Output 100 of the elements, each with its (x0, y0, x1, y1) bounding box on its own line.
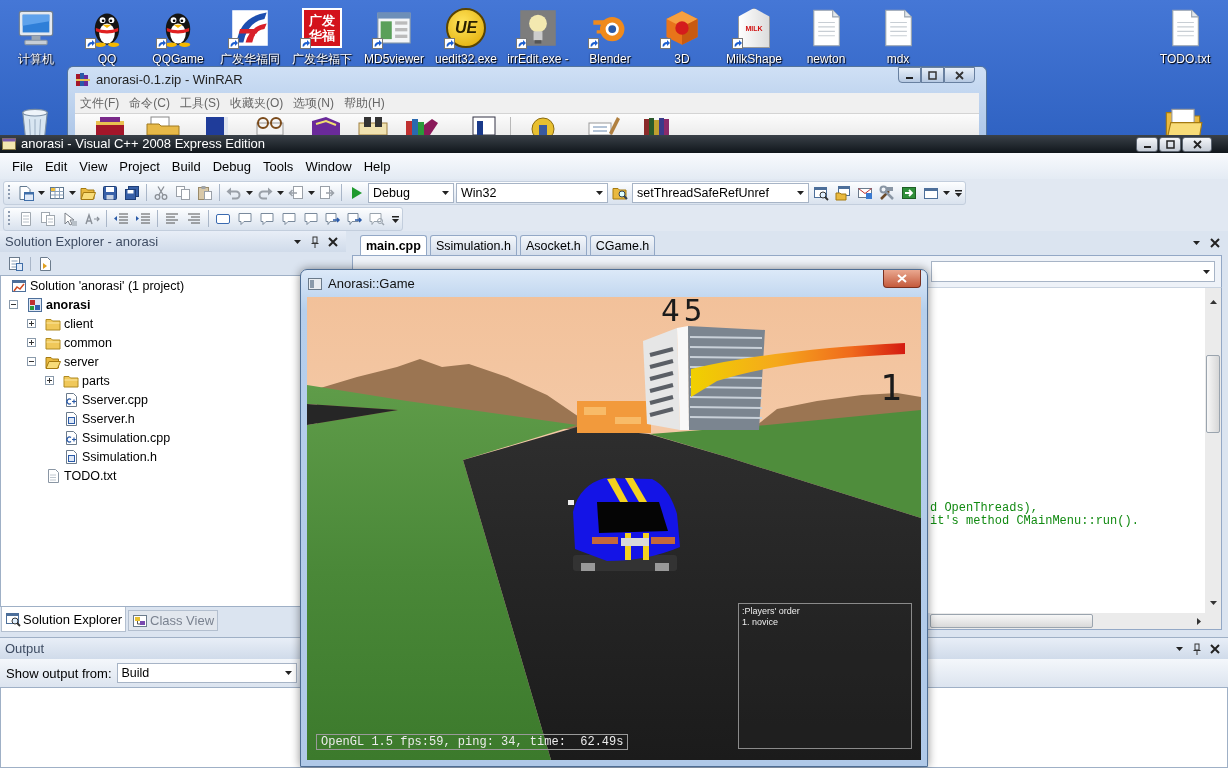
close-button[interactable] (883, 270, 921, 288)
find-dropdown[interactable]: setThreadSafeRefUnref (632, 182, 809, 203)
minimize-button[interactable] (898, 67, 921, 83)
menu-item[interactable]: 命令(C) (124, 94, 175, 112)
pin-icon[interactable] (311, 235, 319, 248)
save-all-icon[interactable] (124, 184, 140, 201)
up-arrow-icon[interactable] (1209, 300, 1217, 304)
scissors-icon[interactable] (153, 184, 169, 201)
bubble-arrow-icon[interactable] (325, 210, 341, 227)
app-logo[interactable]: UE (446, 8, 486, 48)
close-icon[interactable] (1210, 238, 1220, 248)
caret-icon[interactable] (943, 190, 950, 195)
icon-label[interactable]: TODO.txt (1159, 52, 1211, 66)
clipboard-icon[interactable] (197, 184, 213, 201)
tree-item[interactable]: common (64, 335, 112, 350)
speech-bubble-icon[interactable] (237, 210, 253, 227)
speech-bubble-icon[interactable] (281, 210, 297, 227)
indent-icon[interactable] (135, 210, 151, 227)
pin-icon[interactable] (1193, 642, 1201, 655)
tree-item[interactable]: client (64, 316, 94, 331)
icon-label[interactable]: MD5viewer (364, 52, 424, 66)
horizontal-scrollbar[interactable] (930, 613, 1205, 629)
minimize-button[interactable] (1136, 136, 1158, 152)
tree-item[interactable]: Sserver.h (82, 411, 135, 426)
caret-icon[interactable] (308, 190, 315, 195)
right-arrow-icon[interactable] (1197, 617, 1201, 625)
icon-label[interactable]: 计算机 (18, 52, 54, 66)
arrow-box-icon[interactable] (901, 184, 917, 201)
tree-item[interactable]: parts (82, 373, 110, 388)
caret-icon[interactable] (277, 190, 284, 195)
platform-dropdown[interactable]: Win32 (456, 182, 608, 203)
menu-item[interactable]: 收藏夹(O) (225, 94, 289, 112)
caret-icon[interactable] (1193, 241, 1200, 245)
tools-icon[interactable] (879, 184, 895, 201)
lines-icon[interactable] (164, 210, 180, 227)
menu-item[interactable]: 工具(S) (175, 94, 225, 112)
speech-bubble-icon[interactable] (259, 210, 275, 227)
scroll-thumb[interactable] (930, 614, 1093, 628)
folder-icon[interactable] (145, 115, 181, 135)
lines-icon[interactable] (186, 210, 202, 227)
caret-icon[interactable] (38, 190, 45, 195)
icon-label[interactable]: QQGame (152, 52, 204, 66)
cursor-icon[interactable] (62, 210, 78, 227)
menu-item[interactable]: File (6, 156, 39, 176)
grip-icon[interactable] (8, 209, 11, 228)
icon-label[interactable]: QQ (97, 52, 117, 66)
overflow-icon[interactable] (392, 213, 399, 224)
expander-icon[interactable] (27, 338, 36, 347)
menu-item[interactable]: 选项(N) (288, 94, 339, 112)
expander-icon[interactable] (45, 376, 54, 385)
close-button[interactable] (1182, 136, 1212, 152)
menu-item[interactable]: 帮助(H) (339, 94, 390, 112)
editor-tab[interactable]: Asocket.h (519, 235, 587, 255)
expander-icon[interactable] (9, 300, 18, 309)
folder-window-icon[interactable] (835, 184, 851, 201)
panel-tab[interactable]: Solution Explorer (1, 607, 126, 632)
window-magnifier-icon[interactable] (813, 184, 829, 201)
menu-item[interactable]: Build (165, 156, 207, 176)
close-icon[interactable] (328, 236, 338, 247)
window-document-icon[interactable] (18, 184, 34, 201)
editor-tab[interactable]: main.cpp (360, 235, 427, 255)
menu-item[interactable]: View (73, 156, 114, 176)
swirl-icon[interactable] (230, 8, 270, 48)
icon-label[interactable]: mdx (886, 52, 910, 66)
editor-tab[interactable]: CGame.h (589, 235, 656, 255)
output-source-dropdown[interactable]: Build (116, 663, 297, 683)
grid-icon[interactable] (49, 184, 65, 201)
icon-label[interactable]: 3D (674, 52, 690, 66)
icon-label[interactable]: newton (806, 52, 846, 66)
tree-item[interactable]: anorasi (46, 297, 91, 312)
tree-item[interactable]: Ssimulation.cpp (82, 430, 171, 445)
icon-label[interactable]: uedit32.exe (434, 52, 498, 66)
tree-item[interactable]: Solution 'anorasi' (1 project) (30, 278, 185, 293)
vertical-scrollbar[interactable] (1205, 288, 1221, 629)
bubble-arrow-icon[interactable] (347, 210, 363, 227)
expander-icon[interactable] (27, 357, 36, 366)
expander-icon[interactable] (27, 319, 36, 328)
scroll-thumb[interactable] (1206, 355, 1220, 433)
document-pen-icon[interactable] (585, 115, 621, 135)
menu-item[interactable]: Debug (206, 156, 257, 176)
icon-label[interactable]: MilkShape (726, 52, 782, 66)
caret-icon[interactable] (69, 190, 76, 195)
overflow-icon[interactable] (955, 187, 962, 198)
menu-item[interactable]: 文件(F) (75, 94, 125, 112)
speech-bubble-icon[interactable] (303, 210, 319, 227)
icon-label[interactable]: irrEdit.exe - (507, 52, 569, 66)
configuration-dropdown[interactable]: Debug (368, 182, 454, 203)
caret-icon[interactable] (1176, 646, 1183, 651)
icon-label[interactable]: 广发华福同 (220, 52, 280, 66)
tree-item[interactable]: Sserver.cpp (82, 392, 148, 407)
menu-item[interactable]: Help (357, 156, 397, 176)
outdent-icon[interactable] (113, 210, 129, 227)
close-icon[interactable] (1210, 643, 1220, 654)
grip-icon[interactable] (8, 183, 11, 202)
computer-icon[interactable] (16, 8, 56, 48)
tree-item[interactable]: Ssimulation.h (82, 449, 158, 464)
down-arrow-icon[interactable] (1209, 601, 1217, 605)
lightbulb-icon[interactable] (518, 8, 558, 48)
tree-item[interactable]: TODO.txt (64, 468, 117, 483)
icon-label[interactable]: 广发华福下 (292, 52, 352, 66)
